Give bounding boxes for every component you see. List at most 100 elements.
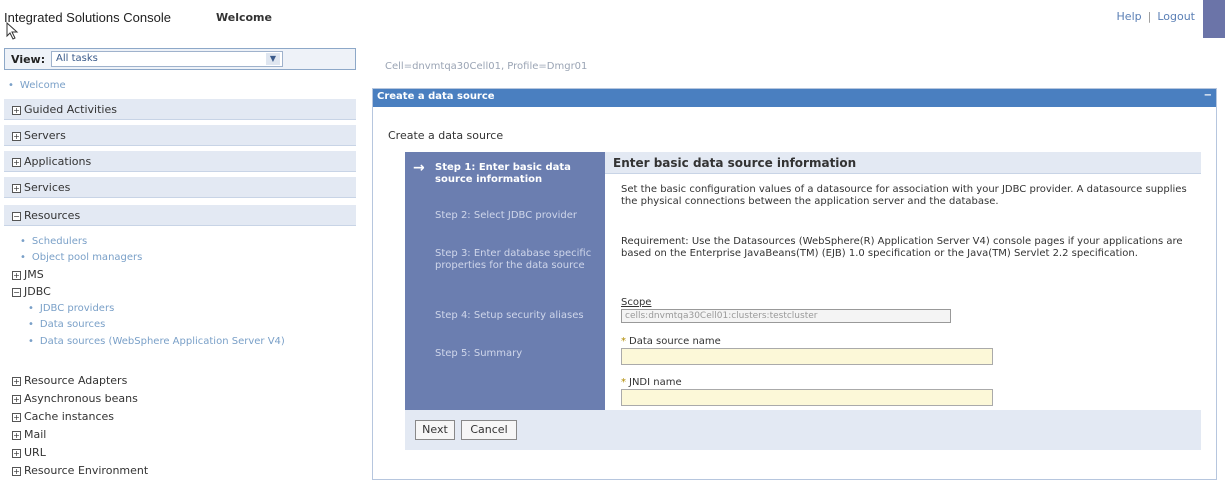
nav-link-object-pool-managers[interactable]: • Object pool managers [20, 252, 142, 263]
header-welcome: Welcome [216, 11, 272, 24]
wizard-step-1: Step 1: Enter basic data source informat… [435, 162, 571, 185]
wizard-button-bar: Next Cancel [405, 410, 1201, 450]
collapse-minus-icon[interactable]: − [12, 211, 21, 221]
view-filter-bar: View: All tasks ▼ [4, 48, 356, 70]
expand-plus-icon[interactable]: + [12, 105, 21, 115]
view-select[interactable]: All tasks ▼ [51, 51, 283, 67]
collapse-minus-icon[interactable]: − [12, 287, 21, 297]
nav-link-data-sources[interactable]: • Data sources [28, 319, 105, 330]
nav-group-resources[interactable]: − Resources [4, 204, 356, 226]
required-marker: * [621, 336, 626, 347]
cell-profile-label: Cell=dnvmtqa30Cell01, Profile=Dmgr01 [385, 61, 588, 72]
nav-group-jdbc[interactable]: − JDBC [12, 285, 51, 298]
top-banner: Integrated Solutions Console Welcome Hel… [0, 0, 1225, 40]
wizard-step-5: Step 5: Summary [435, 348, 523, 359]
minimize-icon[interactable]: − [1204, 90, 1212, 101]
logout-link[interactable]: Logout [1157, 10, 1195, 23]
nav-group-jms[interactable]: + JMS [12, 268, 44, 281]
create-data-source-panel: Create a data source − Create a data sou… [372, 88, 1217, 480]
bullet-icon: • [28, 303, 34, 314]
data-source-name-label: * Data source name [621, 336, 721, 347]
chevron-down-icon[interactable]: ▼ [266, 53, 280, 65]
nav-group-asynchronous-beans[interactable]: + Asynchronous beans [12, 392, 138, 405]
nav-group-resource-adapters[interactable]: + Resource Adapters [12, 374, 127, 387]
bullet-icon: • [28, 336, 34, 347]
nav-group-cache-instances[interactable]: + Cache instances [12, 410, 114, 423]
view-select-value: All tasks [56, 53, 98, 64]
expand-plus-icon[interactable]: + [12, 183, 21, 193]
nav-group-label: Resources [24, 209, 81, 222]
bullet-icon: • [8, 80, 14, 91]
required-marker: * [621, 377, 626, 388]
requirement-text: Requirement: Use the Datasources (WebSph… [621, 236, 1183, 259]
expand-plus-icon[interactable]: + [12, 466, 21, 476]
nav-group-url[interactable]: + URL [12, 446, 46, 459]
nav-link-label: JDBC providers [39, 303, 115, 314]
expand-plus-icon[interactable]: + [12, 394, 21, 404]
nav-link-jdbc-providers[interactable]: • JDBC providers [28, 303, 114, 314]
wizard: → Step 1: Enter basic data source inform… [405, 152, 1201, 450]
nav-group-services[interactable]: + Services [4, 176, 356, 198]
wizard-content: Enter basic data source information Set … [605, 152, 1201, 410]
panel-title-bar: Create a data source − [373, 89, 1216, 107]
nav-group-label: JMS [24, 268, 44, 281]
nav-link-label: Data sources (WebSphere Application Serv… [39, 336, 285, 347]
expand-plus-icon[interactable]: + [12, 430, 21, 440]
next-button[interactable]: Next [415, 420, 455, 440]
nav-link-label: Data sources [39, 319, 106, 330]
expand-plus-icon[interactable]: + [12, 448, 21, 458]
nav-group-guided-activities[interactable]: + Guided Activities [4, 98, 356, 120]
bullet-icon: • [28, 319, 34, 330]
expand-plus-icon[interactable]: + [12, 270, 21, 280]
nav-group-label: URL [24, 446, 46, 459]
view-label: View: [11, 53, 46, 66]
expand-plus-icon[interactable]: + [12, 412, 21, 422]
header-separator: | [1147, 10, 1152, 23]
bullet-icon: • [20, 252, 26, 263]
wizard-steps: → Step 1: Enter basic data source inform… [405, 152, 605, 450]
nav-group-label: Cache instances [24, 410, 115, 423]
nav-link-data-sources-v4[interactable]: • Data sources (WebSphere Application Ser… [28, 335, 328, 348]
nav-group-servers[interactable]: + Servers [4, 124, 356, 146]
nav-group-mail[interactable]: + Mail [12, 428, 46, 441]
welcome-link-label: Welcome [19, 80, 66, 91]
jndi-name-label: * JNDI name [621, 377, 682, 388]
nav-link-schedulers[interactable]: • Schedulers [20, 236, 87, 247]
expand-plus-icon[interactable]: + [12, 131, 21, 141]
nav-link-label: Object pool managers [31, 252, 143, 263]
nav-group-label: Servers [24, 129, 66, 142]
nav-group-label: Applications [24, 155, 92, 168]
current-step-arrow-icon: → [413, 160, 425, 176]
navigation-sidebar: View: All tasks ▼ • Welcome + Guided Activ… [0, 44, 362, 502]
nav-group-label: Asynchronous beans [24, 392, 138, 405]
expand-plus-icon[interactable]: + [12, 157, 21, 167]
nav-group-resource-environment[interactable]: + Resource Environment [12, 464, 148, 477]
wizard-heading: Create a data source [388, 129, 504, 142]
nav-group-applications[interactable]: + Applications [4, 150, 356, 172]
data-source-name-label-text: Data source name [629, 336, 721, 347]
nav-group-label: Guided Activities [24, 103, 117, 116]
scope-field: cells:dnvmtqa30Cell01:clusters:testclust… [621, 309, 951, 323]
bullet-icon: • [20, 236, 26, 247]
scope-label: Scope [621, 297, 652, 308]
cancel-button[interactable]: Cancel [461, 420, 517, 440]
nav-group-label: Services [24, 181, 71, 194]
expand-plus-icon[interactable]: + [12, 376, 21, 386]
nav-group-label: JDBC [24, 285, 51, 298]
nav-group-label: Resource Environment [24, 464, 149, 477]
nav-group-label: Mail [24, 428, 47, 441]
wizard-step-4: Step 4: Setup security aliases [435, 310, 584, 321]
help-link[interactable]: Help [1117, 10, 1142, 23]
content-title: Enter basic data source information [613, 156, 857, 170]
jndi-name-input[interactable] [621, 389, 993, 406]
app-title: Integrated Solutions Console [4, 10, 171, 25]
panel-title: Create a data source [377, 91, 495, 102]
data-source-name-input[interactable] [621, 348, 993, 365]
description-text: Set the basic configuration values of a … [621, 184, 1187, 207]
sidebar-welcome-link[interactable]: • Welcome [8, 80, 66, 91]
wizard-step-3: Step 3: Enter database specific properti… [435, 248, 592, 271]
nav-group-label: Resource Adapters [24, 374, 128, 387]
header-corner-decoration [1203, 0, 1225, 38]
mouse-cursor-icon [6, 22, 19, 40]
header-links: Help | Logout [1117, 10, 1195, 23]
